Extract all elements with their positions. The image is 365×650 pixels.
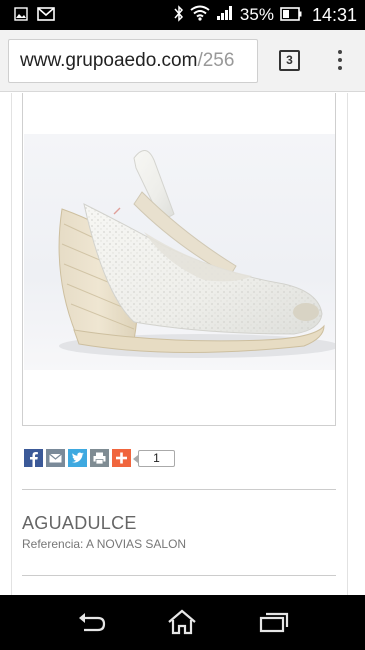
share-bar: 1: [24, 449, 175, 467]
product-reference: Referencia: A NOVIAS SALON: [22, 537, 186, 551]
product-photo[interactable]: [24, 134, 335, 370]
divider: [22, 575, 336, 576]
share-counter: 1: [133, 449, 175, 467]
system-navigation-bar: [0, 595, 365, 650]
addthis-share-icon[interactable]: [112, 449, 131, 467]
recent-apps-icon[interactable]: [256, 607, 292, 637]
wifi-icon: [190, 5, 210, 25]
gmail-icon: [37, 6, 55, 25]
web-page[interactable]: 1 AGUADULCE Referencia: A NOVIAS SALON: [0, 93, 365, 595]
reference-value: A NOVIAS SALON: [86, 537, 187, 551]
product-brand[interactable]: AGUADULCE: [22, 513, 137, 534]
browser-toolbar: www.grupoaedo.com/256 3: [0, 30, 365, 92]
address-bar[interactable]: www.grupoaedo.com/256: [8, 39, 258, 83]
url-domain: www.grupoaedo.com: [20, 50, 198, 71]
image-icon: [14, 6, 28, 25]
tab-switcher-button[interactable]: 3: [279, 50, 300, 71]
signal-icon: [216, 5, 234, 25]
overflow-menu-icon[interactable]: [333, 50, 347, 74]
bluetooth-icon: [174, 4, 184, 26]
url-path: /256: [197, 50, 235, 71]
twitter-share-icon[interactable]: [68, 449, 87, 467]
espadrille-wedge-sandal-image: [58, 150, 335, 358]
battery-percent: 35%: [239, 5, 274, 24]
facebook-share-icon[interactable]: [24, 449, 43, 467]
status-bar: 35% 14:31: [0, 0, 365, 30]
clock: 14:31: [311, 4, 357, 25]
reference-label: Referencia:: [22, 537, 84, 551]
email-share-icon[interactable]: [46, 449, 65, 467]
product-image-frame: [22, 93, 336, 426]
home-icon[interactable]: [164, 607, 200, 637]
divider: [22, 489, 336, 490]
battery-icon: [280, 6, 302, 25]
print-share-icon[interactable]: [90, 449, 109, 467]
back-icon[interactable]: [74, 607, 110, 637]
